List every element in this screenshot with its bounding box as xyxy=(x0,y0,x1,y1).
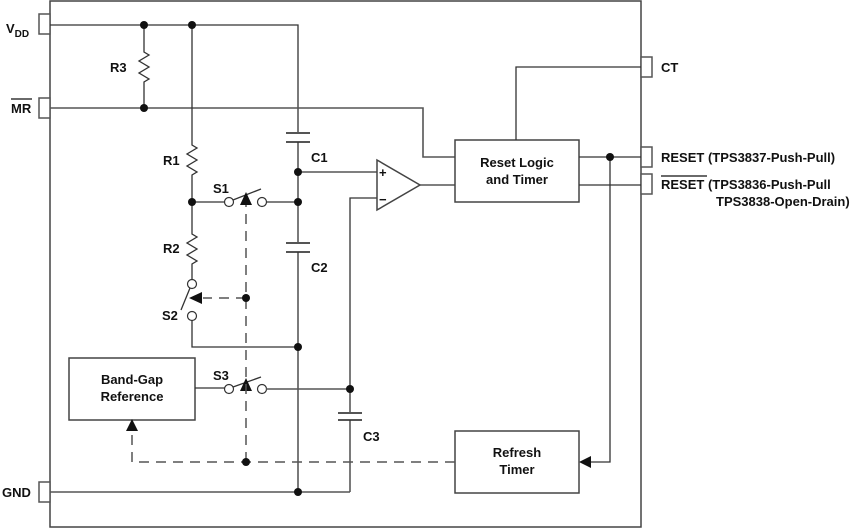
r1-label: R1 xyxy=(163,153,180,168)
s3-label: S3 xyxy=(213,368,229,383)
vdd-label: VDD xyxy=(6,21,29,40)
junction-dot xyxy=(188,21,196,29)
ct-label: CT xyxy=(661,60,678,75)
r2-label: R2 xyxy=(163,241,180,256)
c3-label: C3 xyxy=(363,429,380,444)
gnd-label: GND xyxy=(2,485,31,500)
junction-dot xyxy=(140,104,148,112)
s2-label: S2 xyxy=(162,308,178,323)
s3-contact-left xyxy=(223,383,235,395)
mr-label: MR xyxy=(11,101,32,116)
junction-dot xyxy=(606,153,614,161)
junction-dot xyxy=(346,385,354,393)
reset-pin xyxy=(640,146,653,168)
circuit-diagram: VDD MR GND CT RESET (TPS3837-Push-Pull) … xyxy=(2,0,850,528)
comparator-plus-label: + xyxy=(379,165,387,180)
vdd-pin xyxy=(38,13,51,35)
r3-label: R3 xyxy=(110,60,127,75)
s1-label: S1 xyxy=(213,181,229,196)
junction-dot xyxy=(242,294,250,302)
reset-n-pin xyxy=(640,173,653,195)
reset-n-label: RESET (TPS3836-Push-Pull xyxy=(661,177,831,192)
reset-logic-line1: Reset Logic xyxy=(480,155,554,170)
junction-dot xyxy=(294,488,302,496)
s3-contact-right xyxy=(256,383,268,395)
reset-logic-line2: and Timer xyxy=(486,172,548,187)
ct-pin xyxy=(640,56,653,78)
s1-contact-left xyxy=(223,196,235,208)
s1-contact-right xyxy=(256,196,268,208)
comparator-minus-label: − xyxy=(379,192,387,207)
junction-dot xyxy=(294,168,302,176)
s2-contact-top xyxy=(186,278,198,290)
c2-label: C2 xyxy=(311,260,328,275)
junction-dot xyxy=(140,21,148,29)
gnd-pin xyxy=(38,481,51,503)
reset-logic-block xyxy=(454,139,580,203)
junction-dot xyxy=(294,198,302,206)
junction-dot xyxy=(242,458,250,466)
refresh-timer-line2: Timer xyxy=(499,462,534,477)
junction-dot xyxy=(294,343,302,351)
c1-label: C1 xyxy=(311,150,328,165)
bandgap-line1: Band-Gap xyxy=(101,372,163,387)
mr-pin xyxy=(38,97,51,119)
bandgap-line2: Reference xyxy=(101,389,164,404)
reset-n-label-line2: TPS3838-Open-Drain) xyxy=(716,194,850,209)
junction-dot xyxy=(188,198,196,206)
s2-contact-bottom xyxy=(186,310,198,322)
reset-label: RESET (TPS3837-Push-Pull) xyxy=(661,150,835,165)
refresh-timer-line1: Refresh xyxy=(493,445,541,460)
